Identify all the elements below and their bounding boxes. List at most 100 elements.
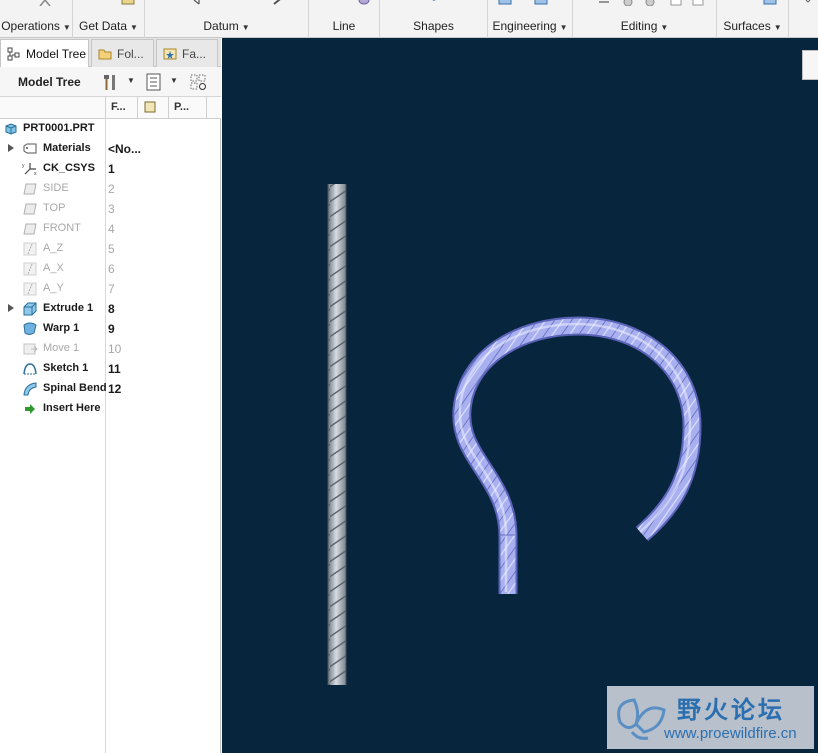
tree-row-number: 9 [108, 322, 115, 336]
ribbon-group-label: Editing [620, 19, 658, 33]
tab-label: Model Tree [26, 47, 87, 61]
more-icon [805, 0, 811, 3]
tree-row-top[interactable]: TOP 3 [0, 199, 221, 219]
column-extra[interactable] [206, 97, 221, 119]
tab-model-tree[interactable]: Model Tree [0, 39, 89, 68]
tab-label: Fol... [117, 46, 144, 61]
ribbon-group-label: Engineering [492, 19, 557, 33]
tree-row-number: 7 [108, 282, 115, 296]
expand-arrow-icon[interactable] [8, 144, 14, 152]
materials-icon [23, 143, 37, 154]
tree-row-label: Extrude 1 [43, 302, 94, 314]
show-settings-icon[interactable] [144, 72, 164, 92]
datum-axis-icon [23, 242, 37, 256]
chevron-down-icon[interactable]: ▼ [127, 76, 135, 85]
column-p[interactable]: P... [168, 97, 206, 119]
extrude-icon [23, 302, 37, 316]
tree-row-materials[interactable]: Materials <No... [0, 139, 221, 159]
tree-row-side[interactable]: SIDE 2 [0, 179, 221, 199]
tree-row-sketch-1[interactable]: Sketch 1 11 [0, 359, 221, 379]
tree-row-number: 3 [108, 202, 115, 216]
tab-label: Fa... [182, 46, 207, 61]
tab-favorites[interactable]: Fa... [156, 39, 218, 67]
graphics-viewport[interactable]: 野火论坛 www.proewildfire.cn [222, 38, 818, 753]
cosmetic-thread-icon [358, 0, 370, 5]
ribbon-group-datum[interactable]: Datum ▼ [145, 0, 309, 38]
tree-row-number: 5 [108, 242, 115, 256]
tree-row-number: 12 [108, 382, 122, 396]
ribbon-group-shapes[interactable]: Shapes [380, 0, 488, 38]
svg-text:x: x [34, 171, 37, 177]
svg-text:y: y [22, 163, 25, 169]
ribbon-group-label: Operations [1, 19, 60, 33]
tree-row-number: 4 [108, 222, 115, 236]
tree-row-spinal-bend[interactable]: Spinal Bend 12 [0, 379, 221, 399]
favorites-icon [163, 48, 177, 59]
tree-row-insert-here[interactable]: Insert Here [0, 399, 221, 419]
tree-row-label: Materials [43, 142, 91, 154]
tree-row-a-y[interactable]: A_Y 7 [0, 279, 221, 299]
tree-row-label: SIDE [43, 182, 69, 194]
column-feature-id[interactable]: F... [105, 97, 137, 119]
move-icon [23, 343, 38, 355]
tree-row-extrude-1[interactable]: Extrude 1 8 [0, 299, 221, 319]
sketch-pencil-icon [273, 0, 281, 5]
bent-twisted-rope[interactable] [452, 316, 702, 594]
tree-row-root[interactable]: PRT0001.PRT [0, 119, 221, 139]
ribbon-group-label: Line [332, 19, 356, 33]
tree-row-label: A_Y [43, 282, 64, 294]
status-column-icon [144, 101, 156, 113]
tree-row-warp-1[interactable]: Warp 1 9 [0, 319, 221, 339]
ribbon-group-overflow[interactable] [789, 0, 818, 38]
datum-plane-icon [23, 203, 37, 215]
boundary-blend-icon [763, 0, 777, 5]
ribbon-group-line[interactable]: Line [309, 0, 380, 38]
tree-structure-icon [7, 47, 20, 61]
expand-arrow-icon[interactable] [8, 304, 14, 312]
tree-row-label: Sketch 1 [43, 362, 89, 374]
tree-row-label: A_Z [43, 242, 64, 254]
tree-row-number: 6 [108, 262, 115, 276]
tree-row-number: 8 [108, 302, 115, 316]
column-headers: F... P... [0, 97, 221, 119]
round-icon [534, 0, 548, 5]
tree-row-a-x[interactable]: A_X 6 [0, 259, 221, 279]
straight-twisted-rope[interactable] [327, 184, 347, 685]
tree-filters-icon[interactable] [188, 72, 208, 92]
ribbon-group-editing[interactable]: Editing ▼ [573, 0, 717, 38]
insert-here-arrow-icon [25, 404, 35, 414]
watermark-name: 野火论坛 [677, 696, 785, 724]
tree-row-number: <No... [108, 142, 142, 156]
tree-row-move-1[interactable]: Move 1 10 [0, 339, 221, 359]
chevron-down-icon: ▼ [62, 23, 71, 32]
part-icon [5, 123, 17, 135]
tree-row-front[interactable]: FRONT 4 [0, 219, 221, 239]
tree-row-number: 10 [108, 342, 122, 356]
ribbon-group-label: Get Data [79, 19, 128, 33]
tab-folder-browser[interactable]: Fol... [91, 39, 154, 67]
tree-row-a-z[interactable]: A_Z 5 [0, 239, 221, 259]
tree-row-label: Insert Here [43, 402, 101, 414]
spinal-bend-icon [23, 382, 37, 396]
tree-row-label: PRT0001.PRT [23, 122, 95, 134]
navigator-pane: Model Tree Fol... Fa... Model Tree ▼ ▼ F… [0, 38, 221, 753]
ribbon-group-label: Surfaces [723, 19, 771, 33]
datum-axis-icon [23, 262, 37, 276]
tree-row-ck-csys[interactable]: yx CK_CSYS 1 [0, 159, 221, 179]
model-tree-toolbar: Model Tree ▼ ▼ [0, 67, 221, 97]
datum-plane-icon [23, 223, 37, 235]
ribbon-group-surfaces[interactable]: Surfaces ▼ [717, 0, 789, 38]
ribbon-group-get-data[interactable]: Get Data ▼ [73, 0, 145, 38]
offset-icon [670, 0, 682, 6]
chevron-down-icon[interactable]: ▼ [170, 76, 178, 85]
folder-browser-icon [98, 49, 112, 59]
chevron-down-icon: ▼ [241, 23, 250, 32]
watermark-url: www.proewildfire.cn [664, 725, 797, 742]
tree-row-number: 1 [108, 162, 115, 176]
ribbon-group-operations[interactable]: Operations ▼ [0, 0, 73, 38]
warp-icon [23, 322, 37, 335]
tree-row-label: Warp 1 [43, 322, 80, 334]
ribbon-group-engineering[interactable]: Engineering ▼ [488, 0, 573, 38]
tools-hammer-icon[interactable] [100, 72, 120, 92]
column-status[interactable] [137, 97, 168, 119]
